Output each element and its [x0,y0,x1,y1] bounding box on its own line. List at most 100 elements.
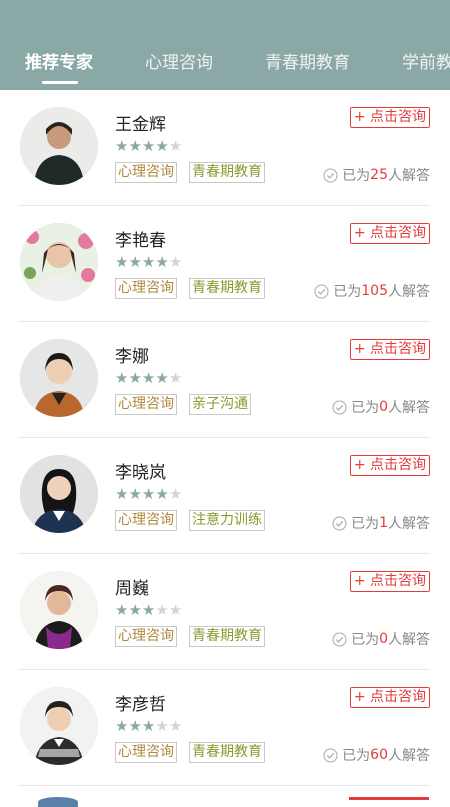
expert-card[interactable]: 周巍 ★★★★★ 心理咨询 青春期教育 + 点击咨询 已为 0 人解答 [18,554,430,670]
consult-button[interactable]: + 点击咨询 [349,687,430,708]
expert-name: 李娜 [115,347,149,367]
answered-prefix: 已为 [342,168,371,184]
tag-list: 心理咨询 亲子沟通 [115,394,251,415]
answered-count: 已为 105 人解答 [314,281,430,301]
star-filled-icon: ★ [128,369,142,387]
tag: 心理咨询 [115,510,177,531]
answered-number: 60 [370,747,388,763]
answered-suffix: 人解答 [388,284,430,300]
tag-list: 心理咨询 注意力训练 [115,510,265,531]
answered-count: 已为 60 人解答 [323,745,430,765]
star-filled-icon: ★ [141,485,156,503]
answered-number: 105 [361,283,388,299]
answered-suffix: 人解答 [388,516,430,532]
category-tabs: 推荐专家 心理咨询 青春期教育 学前教 [0,48,450,76]
check-circle-icon [332,516,347,530]
avatar [20,339,98,417]
check-circle-icon [323,168,338,182]
tag: 心理咨询 [115,394,177,415]
consult-button[interactable]: + 点击咨询 [349,455,430,476]
answered-suffix: 人解答 [388,632,430,648]
tab-psychological-consulting[interactable]: 心理咨询 [145,48,213,73]
answered-count: 已为 0 人解答 [332,629,430,649]
star-filled-icon: ★ [141,369,156,387]
star-filled-icon: ★ [128,601,142,619]
rating-stars: ★★★★★ [115,139,182,154]
expert-name: 李艳春 [115,231,166,251]
expert-name: 周巍 [115,579,149,599]
avatar [20,223,98,301]
star-filled-icon: ★ [115,601,129,619]
tag: 亲子沟通 [189,394,251,415]
star-empty-icon: ★ [168,601,183,619]
star-filled-icon: ★ [115,137,129,155]
star-filled-icon: ★ [155,485,169,503]
top-header: 推荐专家 心理咨询 青春期教育 学前教 [0,0,450,90]
answered-suffix: 人解答 [388,748,430,764]
check-circle-icon [314,284,329,298]
answered-number: 1 [379,515,388,531]
tag: 青春期教育 [189,162,265,183]
answered-number: 0 [379,399,388,415]
expert-card[interactable]: 李晓岚 ★★★★★ 心理咨询 注意力训练 + 点击咨询 已为 1 人解答 [18,438,430,554]
answered-count: 已为 0 人解答 [332,397,430,417]
star-filled-icon: ★ [141,253,156,271]
expert-card[interactable]: 王金辉 ★★★★★ 心理咨询 青春期教育 + 点击咨询 已为 25 人解答 [18,90,430,206]
star-filled-icon: ★ [115,253,129,271]
star-filled-icon: ★ [115,485,129,503]
expert-card[interactable]: 李彦哲 ★★★★★ 心理咨询 青春期教育 + 点击咨询 已为 60 人解答 [18,670,430,786]
tag: 心理咨询 [115,278,177,299]
star-filled-icon: ★ [128,137,142,155]
expert-name: 李晓岚 [115,463,166,483]
rating-stars: ★★★★★ [115,603,182,618]
avatar [20,455,98,533]
rating-stars: ★★★★★ [115,371,182,386]
star-empty-icon: ★ [168,369,183,387]
consult-button[interactable]: + 点击咨询 [349,107,430,128]
tab-adolescent-education[interactable]: 青春期教育 [265,48,350,73]
star-filled-icon: ★ [128,717,142,735]
avatar [20,571,98,649]
check-circle-icon [332,632,347,646]
answered-count: 已为 1 人解答 [332,513,430,533]
answered-prefix: 已为 [342,748,371,764]
avatar [20,107,98,185]
avatar [38,797,78,807]
answered-prefix: 已为 [351,400,380,416]
star-filled-icon: ★ [128,253,142,271]
answered-prefix: 已为 [351,516,380,532]
star-filled-icon: ★ [115,369,129,387]
answered-number: 0 [379,631,388,647]
consult-button[interactable]: + 点击咨询 [349,339,430,360]
tab-recommended-experts[interactable]: 推荐专家 [25,48,93,73]
tag: 心理咨询 [115,162,177,183]
star-filled-icon: ★ [155,137,169,155]
star-empty-icon: ★ [155,601,169,619]
expert-card[interactable]: 李艳春 ★★★★★ 心理咨询 青春期教育 + 点击咨询 已为 105 人解答 [18,206,430,322]
star-empty-icon: ★ [168,485,183,503]
tag: 心理咨询 [115,742,177,763]
expert-name: 李彦哲 [115,695,166,715]
expert-card[interactable]: 李娜 ★★★★★ 心理咨询 亲子沟通 + 点击咨询 已为 0 人解答 [18,322,430,438]
star-filled-icon: ★ [128,485,142,503]
answered-count: 已为 25 人解答 [323,165,430,185]
tag-list: 心理咨询 青春期教育 [115,162,265,183]
star-filled-icon: ★ [115,717,129,735]
star-filled-icon: ★ [141,137,156,155]
star-filled-icon: ★ [141,601,156,619]
answered-suffix: 人解答 [388,168,430,184]
avatar [20,687,98,765]
tag: 心理咨询 [115,626,177,647]
tab-preschool-education[interactable]: 学前教 [402,48,450,73]
tag-list: 心理咨询 青春期教育 [115,278,265,299]
answered-number: 25 [370,167,388,183]
star-filled-icon: ★ [155,253,169,271]
consult-button[interactable]: + 点击咨询 [349,223,430,244]
expert-name: 王金辉 [115,115,166,135]
star-empty-icon: ★ [168,253,183,271]
consult-button[interactable]: + 点击咨询 [349,571,430,592]
check-circle-icon [332,400,347,414]
star-filled-icon: ★ [141,717,156,735]
rating-stars: ★★★★★ [115,487,182,502]
star-empty-icon: ★ [168,137,183,155]
